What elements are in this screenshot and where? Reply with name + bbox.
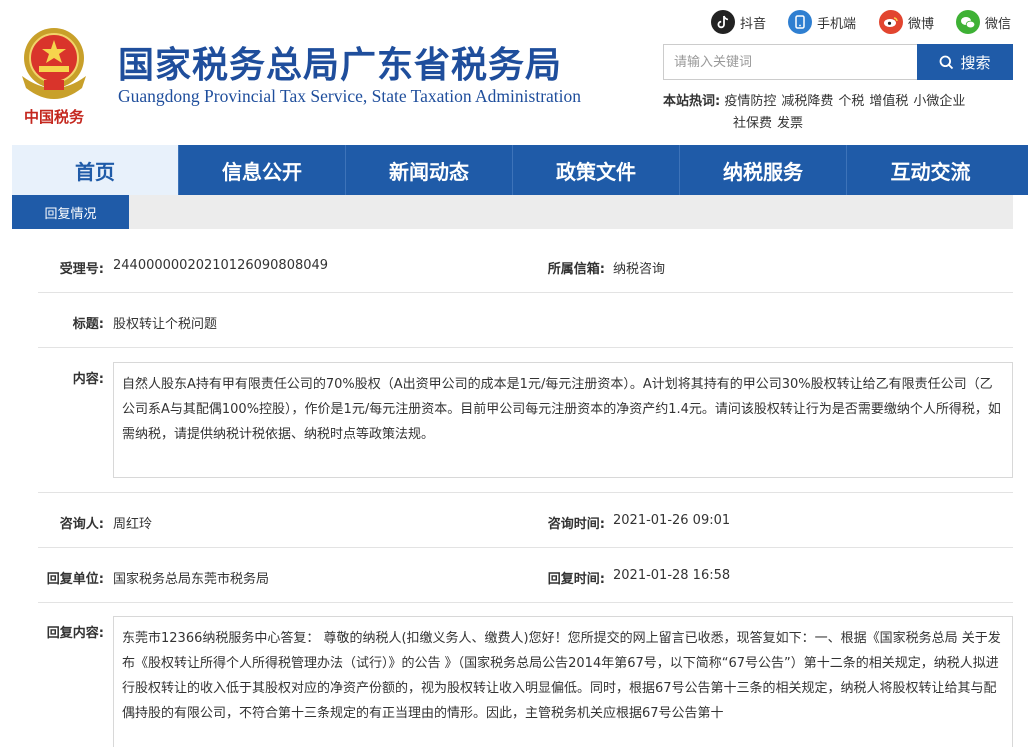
- mailbox-value: 纳税咨询: [613, 262, 666, 277]
- accept-no-value: 24400000020210126090808049: [113, 258, 329, 273]
- social-weibo-label: 微博: [908, 16, 935, 32]
- row-divider: [38, 492, 1013, 493]
- asker-value: 周红玲: [113, 517, 153, 532]
- nav-item-home[interactable]: 首页: [12, 145, 179, 195]
- site-title-en: Guangdong Provincial Tax Service, State …: [118, 86, 582, 106]
- ask-time-value: 2021-01-26 09:01: [613, 513, 731, 528]
- mobile-icon: [788, 10, 812, 34]
- emblem-caption: 中国税务: [24, 108, 85, 126]
- row-divider: [38, 347, 1013, 348]
- ask-time-label: 咨询时间:: [547, 517, 605, 532]
- reply-unit-label: 回复单位:: [46, 572, 104, 587]
- hot-word-link[interactable]: 增值税: [869, 94, 908, 109]
- mailbox-label: 所属信箱:: [547, 262, 605, 277]
- accept-no-label: 受理号:: [59, 262, 104, 277]
- content-box: 自然人股东A持有甲有限责任公司的70%股权（A出资甲公司的成本是1元/每元注册资…: [113, 362, 1013, 478]
- hot-word-link[interactable]: 小微企业: [913, 94, 965, 109]
- hot-word-link[interactable]: 个税: [838, 94, 864, 109]
- reply-unit-value: 国家税务总局东莞市税务局: [113, 572, 270, 587]
- social-mobile[interactable]: 手机端: [788, 10, 856, 34]
- row-divider: [38, 547, 1013, 548]
- title-label: 标题:: [72, 317, 104, 332]
- row-divider: [38, 292, 1013, 293]
- social-weibo[interactable]: 微博: [879, 10, 934, 34]
- search-button[interactable]: 搜索: [917, 44, 1013, 80]
- social-mobile-label: 手机端: [817, 16, 857, 32]
- hot-word-link[interactable]: 疫情防控: [724, 94, 776, 109]
- hot-words: 本站热词: 疫情防控 减税降费 个税 增值税 小微企业 社保费 发票: [663, 91, 1013, 135]
- weibo-icon: [879, 10, 903, 34]
- search-input[interactable]: [663, 44, 917, 80]
- social-douyin-label: 抖音: [740, 16, 767, 32]
- nav-item-interaction[interactable]: 互动交流: [847, 145, 1014, 195]
- main-nav: 首页 信息公开 新闻动态 政策文件 纳税服务 互动交流: [12, 145, 1028, 195]
- site-title-cn: 国家税务总局广东省税务局: [118, 45, 563, 86]
- social-douyin[interactable]: 抖音: [711, 10, 766, 34]
- nav-item-policy[interactable]: 政策文件: [513, 145, 680, 195]
- section-tabbar: 回复情况: [12, 195, 1013, 229]
- nav-item-news[interactable]: 新闻动态: [346, 145, 513, 195]
- social-wechat-label: 微信: [985, 16, 1012, 32]
- hot-words-label: 本站热词:: [663, 94, 721, 109]
- nav-item-info-disclosure[interactable]: 信息公开: [179, 145, 346, 195]
- tab-reply-status[interactable]: 回复情况: [12, 195, 129, 229]
- title-value: 股权转让个税问题: [113, 317, 218, 332]
- nav-item-tax-service[interactable]: 纳税服务: [680, 145, 847, 195]
- reply-time-label: 回复时间:: [547, 572, 605, 587]
- search-icon: [940, 55, 954, 69]
- tax-emblem-logo[interactable]: 中国税务: [14, 18, 94, 128]
- hot-word-link[interactable]: 社保费: [733, 116, 772, 131]
- hot-word-link[interactable]: 减税降费: [781, 94, 833, 109]
- reply-content-box: 东莞市12366纳税服务中心答复： 尊敬的纳税人(扣缴义务人、缴费人)您好！您所…: [113, 616, 1013, 747]
- site-header: 中国税务 国家税务总局广东省税务局 Guangdong Provincial T…: [0, 0, 1028, 145]
- reply-content-label: 回复内容:: [46, 626, 104, 641]
- wechat-icon: [956, 10, 980, 34]
- search-button-label: 搜索: [960, 53, 991, 72]
- asker-label: 咨询人:: [59, 517, 104, 532]
- social-wechat[interactable]: 微信: [956, 10, 1011, 34]
- hot-word-link[interactable]: 发票: [777, 116, 803, 131]
- douyin-icon: [711, 10, 735, 34]
- row-divider: [38, 602, 1013, 603]
- reply-time-value: 2021-01-28 16:58: [613, 568, 731, 583]
- content-label: 内容:: [72, 372, 104, 387]
